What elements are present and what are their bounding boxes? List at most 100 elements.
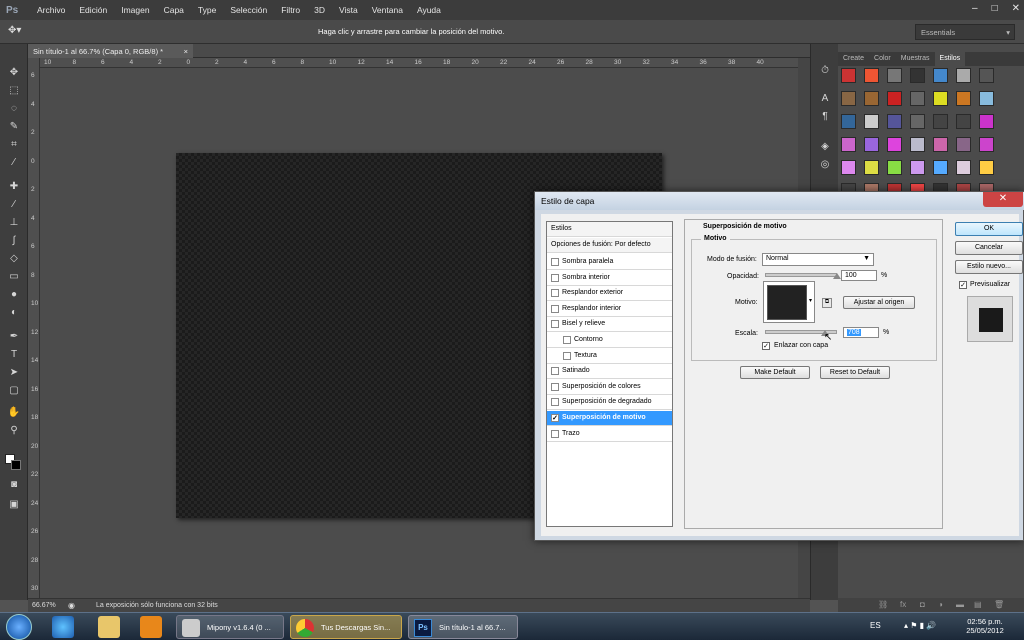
close-button[interactable]: ✕	[1012, 3, 1020, 14]
opacity-slider-thumb[interactable]	[833, 273, 841, 279]
style-swatch[interactable]	[887, 137, 902, 152]
effect-checkbox[interactable]: ✓	[551, 414, 559, 422]
effect-item[interactable]: Superposición de colores	[547, 380, 672, 395]
effect-checkbox[interactable]	[551, 273, 559, 282]
ie-icon[interactable]	[52, 616, 74, 638]
style-swatch[interactable]	[910, 160, 925, 175]
channels-panel-icon[interactable]: ◎	[817, 158, 833, 172]
make-default-button[interactable]: Make Default	[740, 366, 810, 379]
ok-button[interactable]: OK	[955, 222, 1023, 236]
pattern-picker[interactable]: ▾	[763, 281, 815, 323]
history-panel-icon[interactable]: ⏱	[817, 64, 833, 78]
effect-checkbox[interactable]	[551, 304, 559, 313]
quick-select-tool-icon[interactable]: ✎	[6, 120, 22, 134]
new-layer-icon[interactable]: ▤	[974, 600, 982, 609]
character-panel-icon[interactable]: A	[817, 92, 833, 106]
menu-filtro[interactable]: Filtro	[274, 5, 307, 15]
style-swatch[interactable]	[933, 114, 948, 129]
dodge-tool-icon[interactable]: ◐	[6, 306, 22, 320]
style-swatch[interactable]	[841, 160, 856, 175]
menu-archivo[interactable]: Archivo	[30, 5, 72, 15]
shape-tool-icon[interactable]: ▢	[6, 384, 22, 398]
taskbar-photoshop[interactable]: Ps Sin título-1 al 66.7...	[408, 615, 518, 639]
tab-create[interactable]: Create	[838, 52, 869, 66]
quick-mask-icon[interactable]: ◙	[6, 478, 22, 492]
menu-edicion[interactable]: Edición	[72, 5, 114, 15]
style-swatch[interactable]	[956, 160, 971, 175]
language-indicator[interactable]: ES	[870, 621, 881, 630]
stamp-tool-icon[interactable]: ⊥	[6, 216, 22, 230]
layers-panel-icon[interactable]: ◈	[817, 140, 833, 154]
effect-item[interactable]: Bisel y relieve	[547, 317, 672, 333]
style-swatch[interactable]	[864, 137, 879, 152]
style-swatch[interactable]	[910, 137, 925, 152]
new-style-button[interactable]: Estilo nuevo...	[955, 260, 1023, 274]
effect-checkbox[interactable]	[551, 367, 559, 376]
effect-item[interactable]: Resplandor exterior	[547, 286, 672, 302]
document-tab[interactable]: Sin título-1 al 66.7% (Capa 0, RGB/8) * ×	[28, 44, 193, 58]
link-with-layer-checkbox[interactable]: ✓	[762, 342, 770, 350]
style-swatch[interactable]	[841, 91, 856, 106]
effect-item[interactable]: Sombra interior	[547, 271, 672, 286]
workspace-select[interactable]: Essentials ▾	[915, 24, 1015, 40]
style-swatch[interactable]	[933, 160, 948, 175]
start-button[interactable]	[6, 614, 32, 640]
status-menu-icon[interactable]: ◉	[68, 601, 75, 610]
close-tab-icon[interactable]: ×	[184, 47, 188, 56]
style-swatch[interactable]	[979, 137, 994, 152]
eraser-tool-icon[interactable]: ◇	[6, 252, 22, 266]
background-color-swatch[interactable]	[11, 460, 21, 470]
tab-muestras[interactable]: Muestras	[896, 52, 935, 66]
folder-icon[interactable]	[98, 616, 120, 638]
effect-item[interactable]: Resplandor interior	[547, 302, 672, 317]
effect-item[interactable]: Sombra paralela	[547, 255, 672, 270]
trash-icon[interactable]: 🗑	[994, 600, 1004, 609]
menu-type[interactable]: Type	[191, 5, 223, 15]
reset-default-button[interactable]: Reset to Default	[820, 366, 890, 379]
menu-vista[interactable]: Vista	[332, 5, 365, 15]
history-brush-icon[interactable]: ∫	[6, 234, 22, 248]
path-select-tool-icon[interactable]: ➤	[6, 366, 22, 380]
mask-icon[interactable]: ◘	[920, 600, 925, 609]
effect-checkbox[interactable]	[551, 289, 559, 298]
clock[interactable]: 02:56 p.m. 25/05/2012	[962, 617, 1008, 635]
style-swatch[interactable]	[933, 137, 948, 152]
chevron-down-icon[interactable]: ▾	[809, 297, 812, 304]
brush-tool-icon[interactable]: ∕	[6, 198, 22, 212]
zoom-level[interactable]: 66.67%	[32, 602, 56, 609]
new-preset-icon[interactable]: ⧉	[822, 298, 832, 308]
link-icon[interactable]: ⛓	[878, 600, 888, 609]
snap-to-origin-button[interactable]: Ajustar al origen	[843, 296, 915, 309]
style-swatch[interactable]	[864, 91, 879, 106]
style-swatch[interactable]	[841, 68, 856, 83]
menu-3d[interactable]: 3D	[307, 5, 332, 15]
cancel-button[interactable]: Cancelar	[955, 241, 1023, 255]
effect-item[interactable]: Contorno	[547, 333, 672, 348]
style-swatch[interactable]	[841, 114, 856, 129]
opacity-input[interactable]: 100	[841, 270, 877, 281]
media-player-icon[interactable]	[140, 616, 162, 638]
effect-checkbox[interactable]	[551, 398, 559, 407]
minimize-button[interactable]: –	[972, 3, 978, 14]
healing-tool-icon[interactable]: ✚	[6, 180, 22, 194]
lasso-tool-icon[interactable]: ◌	[6, 102, 22, 116]
effect-checkbox[interactable]	[551, 382, 559, 391]
style-swatch[interactable]	[910, 114, 925, 129]
screen-mode-icon[interactable]: ▣	[6, 498, 22, 512]
effect-item[interactable]: ✓ Superposición de motivo	[547, 411, 672, 426]
style-swatch[interactable]	[933, 68, 948, 83]
type-tool-icon[interactable]: T	[6, 348, 22, 362]
crop-tool-icon[interactable]: ⌗	[6, 138, 22, 152]
style-swatch[interactable]	[887, 68, 902, 83]
eyedropper-tool-icon[interactable]: ⁄	[6, 156, 22, 170]
move-tool-icon[interactable]: ✥▾	[8, 25, 21, 36]
pen-tool-icon[interactable]: ✒	[6, 330, 22, 344]
menu-ventana[interactable]: Ventana	[365, 5, 410, 15]
style-swatch[interactable]	[864, 68, 879, 83]
effect-checkbox[interactable]	[551, 320, 559, 329]
style-swatch[interactable]	[887, 160, 902, 175]
opacity-slider[interactable]	[765, 273, 837, 277]
style-swatch[interactable]	[910, 91, 925, 106]
zoom-tool-icon[interactable]: ⚲	[6, 424, 22, 438]
style-swatch[interactable]	[933, 91, 948, 106]
